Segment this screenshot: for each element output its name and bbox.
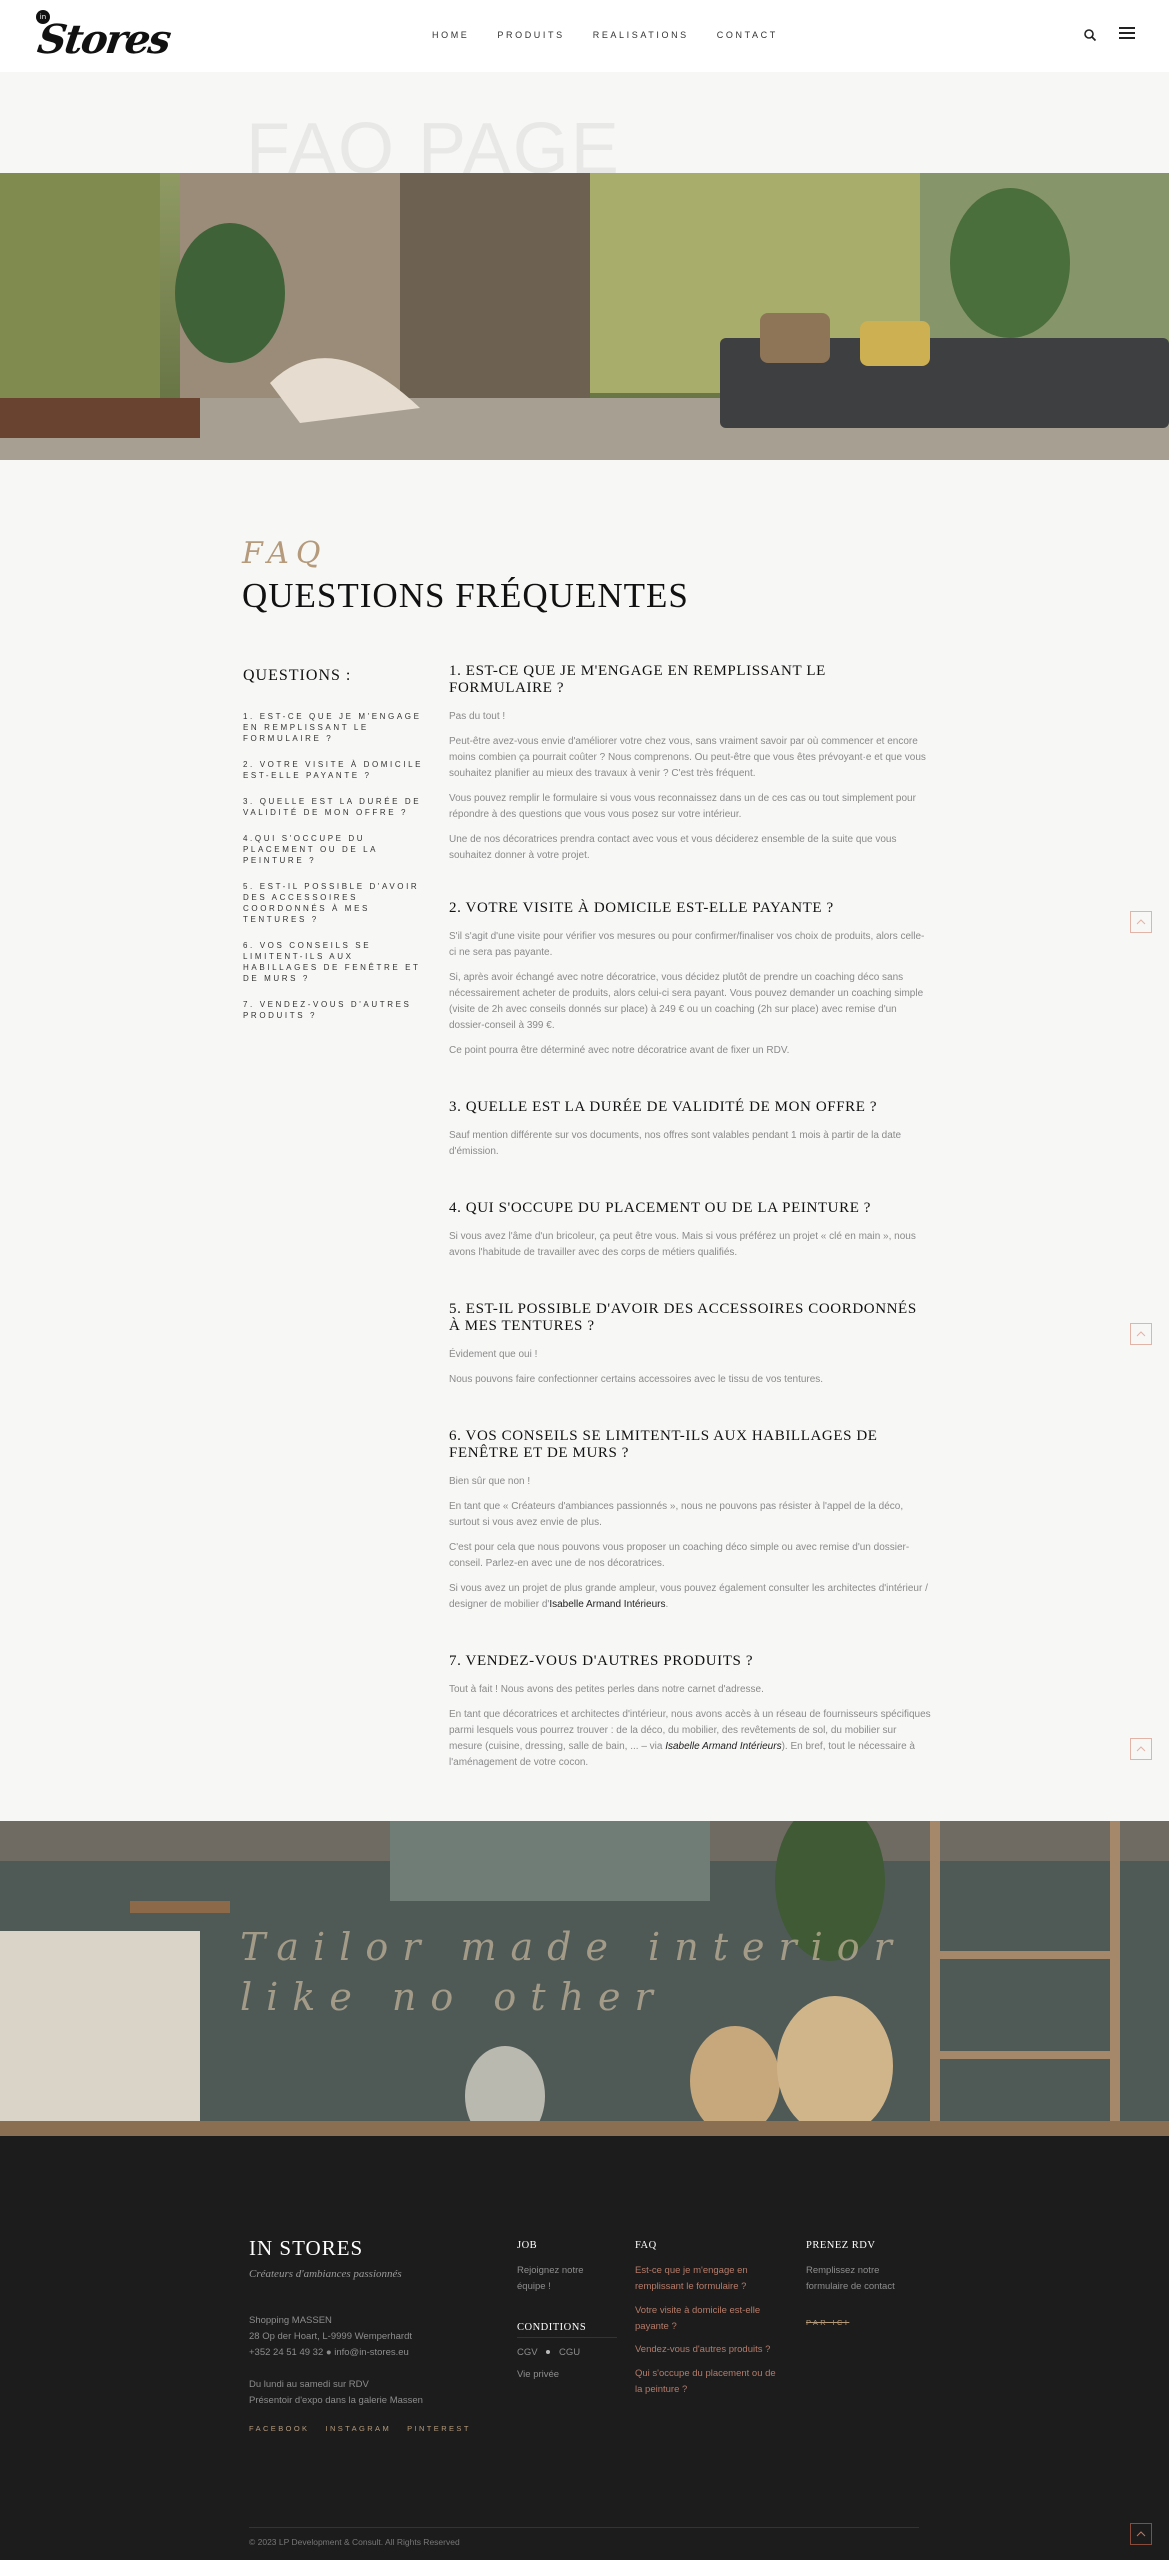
footer-address-line-1: Shopping MASSEN [249,2315,332,2326]
footer-contact[interactable]: +352 24 51 49 32 ● info@in-stores.eu [249,2345,409,2361]
footer-job-title: JOB [517,2240,538,2251]
toc-link-2[interactable]: 2. VOTRE VISITE À DOMICILE EST-ELLE PAYA… [243,759,433,781]
footer-hours: Du lundi au samedi sur RDV [249,2379,369,2390]
toc-link-4[interactable]: 4.QUI S'OCCUPE DU PLACEMENT OU DE LA PEI… [243,833,433,866]
arrow-up-icon [1136,1331,1146,1337]
faq-answer-text: Si, après avoir échangé avec notre décor… [449,972,924,1031]
footer-brand: IN STORES [249,2236,364,2260]
footer-social-links: FACEBOOK INSTAGRAM PINTEREST [249,2424,471,2433]
faq-answer-text: C'est pour cela que nous pouvons vous pr… [449,1542,910,1569]
faq-answer-text: Nous pouvons faire confectionner certain… [449,1374,824,1385]
footer-divider [249,2527,919,2528]
instagram-link[interactable]: INSTAGRAM [325,2424,391,2433]
faq-item-5: 5. EST-IL POSSIBLE D'AVOIR DES ACCESSOIR… [449,1301,931,1388]
footer-faq-title: FAQ [635,2240,657,2251]
footer-divider [517,2337,617,2338]
toc-link-1[interactable]: 1. EST-CE QUE JE M'ENGAGE EN REMPLISSANT… [243,711,433,744]
footer-address-line-2: 28 Op der Hoart, L-9999 Wemperhardt [249,2331,412,2342]
faq-answer-text: Vous pouvez remplir le formulaire si vou… [449,793,916,820]
faq-question-1: 1. EST-CE QUE JE M'ENGAGE EN REMPLISSANT… [449,663,826,696]
scroll-top-button[interactable] [1130,1323,1152,1345]
faq-question-4: 4. QUI S'OCCUPE DU PLACEMENT OU DE LA PE… [449,1200,872,1216]
faq-item-6: 6. VOS CONSEILS SE LIMITENT-ILS AUX HABI… [449,1428,931,1613]
arrow-up-icon [1136,919,1146,925]
site-footer [0,2136,1169,2560]
toc-link-3[interactable]: 3. QUELLE EST LA DURÉE DE VALIDITÉ DE MO… [243,796,433,818]
facebook-link[interactable]: FACEBOOK [249,2424,309,2433]
footer-faq-link-1[interactable]: Est-ce que je m'engage en remplissant le… [635,2263,775,2295]
faq-question-6: 6. VOS CONSEILS SE LIMITENT-ILS AUX HABI… [449,1428,878,1461]
logo-wordmark: Stores [34,16,173,63]
banner-tagline: Tailor made interior like no other [240,1922,906,2022]
nav-realisations[interactable]: REALISATIONS [593,30,689,40]
arrow-up-icon [1136,2531,1146,2537]
answer-text-part: Si vous avez un projet de plus grande am… [449,1583,928,1610]
banner-line-2: like no other [240,1975,667,2019]
hero-image [0,173,1169,460]
answer-text-part: . [665,1599,669,1610]
faq-answer-text: Évidement que oui ! [449,1349,538,1360]
footer-cgu-link[interactable]: CGU [559,2345,580,2361]
footer-conditions-title: CONDITIONS [517,2322,587,2333]
pinterest-link[interactable]: PINTEREST [407,2424,471,2433]
faq-answer-text: Une de nos décoratrices prendra contact … [449,834,897,861]
footer-rdv-title: PRENEZ RDV [806,2240,876,2251]
logo[interactable]: in Stores [35,8,172,66]
footer-rdv-link[interactable]: PAR ICI [806,2315,849,2331]
toc-link-6[interactable]: 6. VOS CONSEILS SE LIMITENT-ILS AUX HABI… [243,940,433,984]
footer-faq-link-4[interactable]: Qui s'occupe du placement ou de la peint… [635,2366,785,2398]
footer-faq-link-2[interactable]: Votre visite à domicile est-elle payante… [635,2303,775,2335]
faq-item-7: 7. VENDEZ-VOUS D'AUTRES PRODUITS ? Tout … [449,1653,931,1771]
faq-answers: 1. EST-CE QUE JE M'ENGAGE EN REMPLISSANT… [449,663,931,1780]
faq-answer-text: Peut-être avez-vous envie d'améliorer vo… [449,736,926,779]
separator-dot [546,2350,550,2354]
footer-faq-link-3[interactable]: Vendez-vous d'autres produits ? [635,2342,785,2358]
footer-cgv-link[interactable]: CGV [517,2345,538,2361]
faq-answer-text: Ce point pourra être déterminé avec notr… [449,1045,790,1056]
footer-copyright: © 2023 LP Development & Consult. All Rig… [249,2537,460,2547]
footer-privacy-link[interactable]: Vie privée [517,2367,559,2383]
faq-answer-text: Sauf mention différente sur vos document… [449,1130,902,1157]
faq-question-3: 3. QUELLE EST LA DURÉE DE VALIDITÉ DE MO… [449,1099,878,1115]
banner-line-1: Tailor made interior [240,1925,906,1969]
isabelle-armand-link[interactable]: Isabelle Armand Intérieurs [549,1599,665,1610]
footer-expo: Présentoir d'expo dans la galerie Massen [249,2395,423,2406]
faq-answer-text: Si vous avez l'âme d'un bricoleur, ça pe… [449,1231,916,1258]
toc-title: QUESTIONS : [243,667,352,684]
faq-answer-text: Si vous avez un projet de plus grande am… [449,1581,931,1613]
faq-answer-text: Pas du tout ! [449,711,506,722]
site-header: in Stores HOME PRODUITS REALISATIONS CON… [0,0,1169,72]
nav-home[interactable]: HOME [432,30,469,40]
nav-produits[interactable]: PRODUITS [497,30,564,40]
footer-job-link[interactable]: Rejoignez notre équipe ! [517,2263,597,2295]
search-icon[interactable] [1083,28,1097,42]
toc-link-5[interactable]: 5. EST-IL POSSIBLE D'AVOIR DES ACCESSOIR… [243,881,433,925]
faq-item-4: 4. QUI S'OCCUPE DU PLACEMENT OU DE LA PE… [449,1200,931,1261]
faq-answer-text: S'il s'agit d'une visite pour vérifier v… [449,931,925,958]
faq-question-5: 5. EST-IL POSSIBLE D'AVOIR DES ACCESSOIR… [449,1301,917,1334]
isabelle-armand-link[interactable]: Isabelle Armand Intérieurs [665,1741,781,1752]
faq-question-7: 7. VENDEZ-VOUS D'AUTRES PRODUITS ? [449,1653,754,1669]
faq-item-2: 2. VOTRE VISITE À DOMICILE EST-ELLE PAYA… [449,900,931,1059]
arrow-up-icon [1136,1746,1146,1752]
scroll-top-button[interactable] [1130,1738,1152,1760]
faq-item-3: 3. QUELLE EST LA DURÉE DE VALIDITÉ DE MO… [449,1099,931,1160]
faq-answer-text: Tout à fait ! Nous avons des petites per… [449,1684,764,1695]
faq-question-2: 2. VOTRE VISITE À DOMICILE EST-ELLE PAYA… [449,900,834,916]
footer-rdv-text: Remplissez notre formulaire de contact [806,2265,895,2292]
faq-kicker: FAQ [242,536,328,571]
page-title: QUESTIONS FRÉQUENTES [242,576,689,615]
nav-contact[interactable]: CONTACT [717,30,778,40]
main-nav: HOME PRODUITS REALISATIONS CONTACT [432,30,806,40]
footer-tagline: Créateurs d'ambiances passionnés [249,2268,402,2280]
toc-link-7[interactable]: 7. VENDEZ-VOUS D'AUTRES PRODUITS ? [243,999,433,1021]
faq-item-1: 1. EST-CE QUE JE M'ENGAGE EN REMPLISSANT… [449,663,931,864]
scroll-top-button[interactable] [1130,2523,1152,2545]
toc-list: 1. EST-CE QUE JE M'ENGAGE EN REMPLISSANT… [243,711,433,1036]
faq-answer-text: En tant que décoratrices et architectes … [449,1707,931,1771]
scroll-top-button[interactable] [1130,911,1152,933]
menu-icon[interactable] [1119,27,1135,39]
faq-answer-text: En tant que « Créateurs d'ambiances pass… [449,1501,904,1528]
faq-answer-text: Bien sûr que non ! [449,1476,531,1487]
